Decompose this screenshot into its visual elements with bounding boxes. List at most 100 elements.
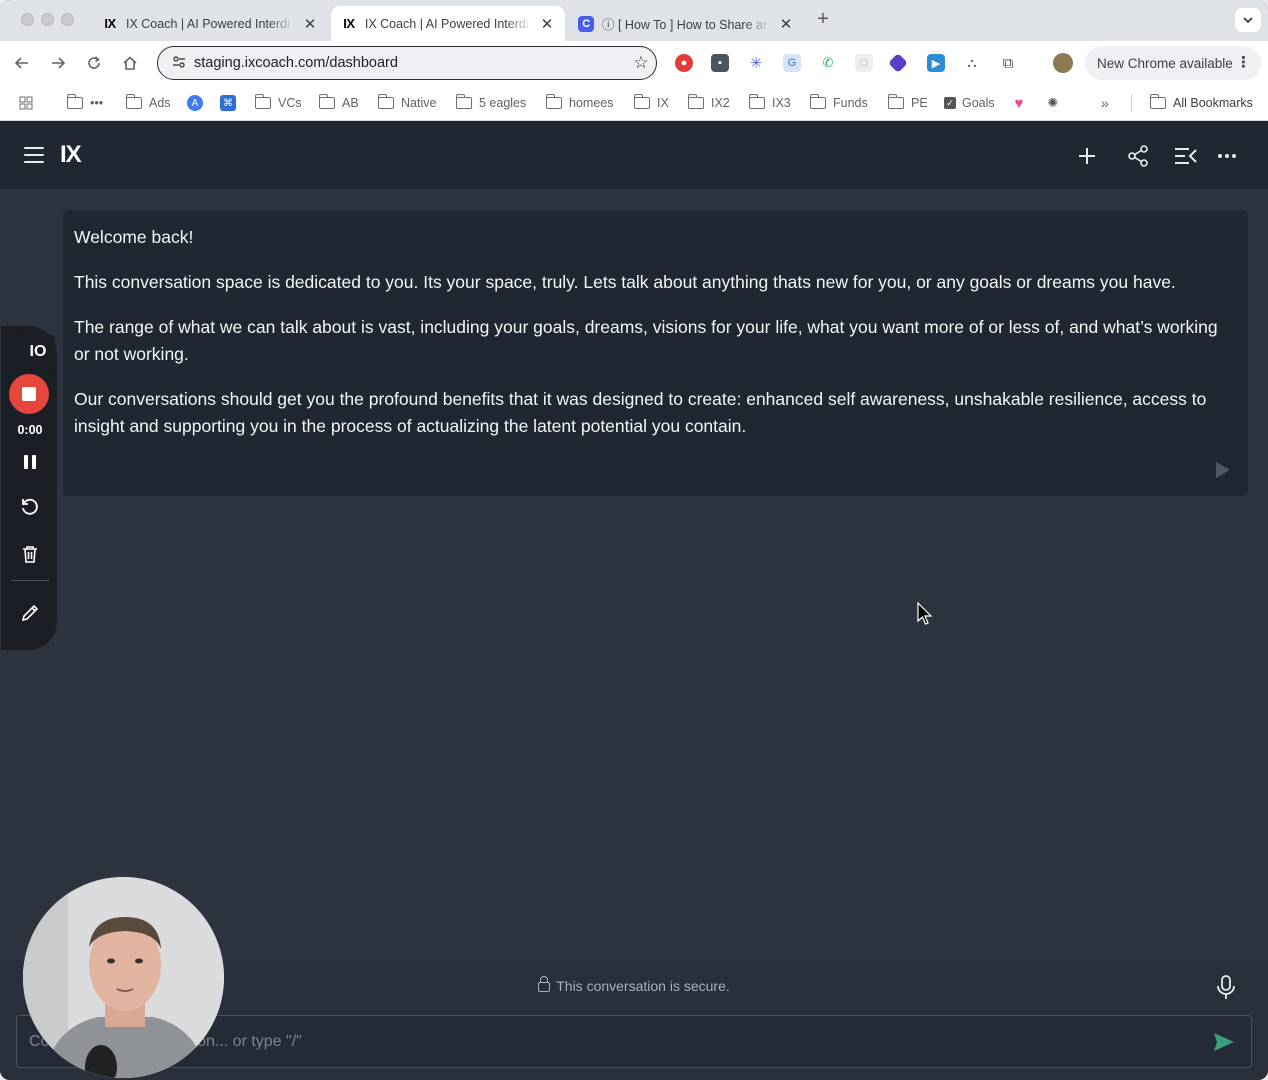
site-settings-icon[interactable]: [166, 55, 192, 71]
flag-extension-icon[interactable]: ▶: [927, 54, 945, 72]
app-logo[interactable]: IX: [60, 141, 82, 169]
tab-strip: IX IX Coach | AI Powered Interdi ✕ IX IX…: [0, 0, 1268, 41]
delete-recording-button[interactable]: [19, 543, 41, 565]
bookmark-openai[interactable]: ✺: [1045, 94, 1067, 112]
new-conversation-button[interactable]: [1074, 143, 1100, 169]
tab-close-icon[interactable]: ✕: [302, 15, 318, 33]
bookmark-folder-pe[interactable]: PE: [887, 94, 928, 112]
tab-2-active[interactable]: IX IX Coach | AI Powered Interdi ✕: [331, 6, 565, 41]
sparkle-extension-icon[interactable]: ✳: [747, 54, 765, 72]
jira-icon: ⌘: [220, 95, 236, 111]
bookmark-folder-ab[interactable]: AB: [318, 94, 359, 112]
tab-title: IX Coach | AI Powered Interdi: [126, 16, 290, 31]
address-bar[interactable]: staging.ixcoach.com/dashboard ☆: [157, 46, 657, 80]
lock-icon: [538, 976, 551, 992]
home-icon: [123, 56, 137, 70]
bookmark-folder-more[interactable]: •••: [66, 94, 103, 112]
close-window-button[interactable]: [21, 13, 34, 26]
tab-title: IX Coach | AI Powered Interdi: [364, 16, 529, 31]
bookmark-folder-vcs[interactable]: VCs: [254, 94, 302, 112]
folder-icon: [66, 94, 83, 109]
tab-title: ⓘ [ How To ] How to Share ar: [602, 18, 768, 32]
update-label: New Chrome available: [1097, 55, 1233, 71]
more-options-button[interactable]: [1214, 143, 1240, 169]
hamburger-menu-icon[interactable]: [24, 147, 44, 163]
phone-extension-icon[interactable]: ✆: [819, 54, 837, 72]
maximize-window-button[interactable]: [61, 13, 74, 26]
folder-icon: [809, 94, 826, 109]
bookmark-folder-5-eagles[interactable]: 5 eagles: [455, 94, 526, 112]
collapse-panel-button[interactable]: [1173, 143, 1199, 169]
mouse-cursor-icon: [917, 601, 933, 631]
stop-recording-button[interactable]: [9, 374, 49, 414]
bookmark-star-icon[interactable]: ☆: [626, 53, 656, 73]
arrow-left-icon: [14, 57, 28, 69]
more-vert-icon[interactable]: ⋮: [1236, 53, 1251, 71]
bookmark-folder-homees[interactable]: homees: [545, 94, 613, 112]
new-tab-button[interactable]: +: [812, 8, 834, 31]
profile-avatar[interactable]: [1053, 53, 1073, 73]
adblock-extension-icon[interactable]: ●: [675, 54, 693, 72]
clickup-favicon-icon: C: [578, 15, 594, 32]
more-bookmarks-button[interactable]: »: [1101, 94, 1109, 112]
extension-icon[interactable]: ▪: [711, 54, 729, 72]
bookmark-folder-native[interactable]: Native: [377, 94, 436, 112]
message-paragraph: This conversation space is dedicated to …: [74, 272, 1176, 292]
draw-button[interactable]: [19, 602, 41, 624]
tab-search-button[interactable]: [1235, 8, 1261, 32]
send-button[interactable]: [1213, 1032, 1235, 1052]
restart-icon: [22, 498, 38, 515]
browser-toolbar: staging.ixcoach.com/dashboard ☆ ● ▪ ✳ G …: [0, 41, 1268, 85]
bookmark-app-store[interactable]: A: [187, 94, 209, 112]
pause-icon: [24, 455, 36, 469]
share-icon: [1128, 145, 1148, 167]
bookmark-goals[interactable]: ✓ Goals: [944, 94, 995, 112]
url-text[interactable]: staging.ixcoach.com/dashboard: [194, 55, 626, 71]
pause-recording-button[interactable]: [19, 451, 41, 473]
minimize-window-button[interactable]: [41, 13, 54, 26]
recorder-divider: [11, 580, 49, 581]
tab-3[interactable]: C ⓘ [ How To ] How to Share ar ✕: [568, 6, 804, 41]
webcam-person-image: [23, 877, 224, 1078]
home-button[interactable]: [118, 51, 142, 75]
apps-grid-icon[interactable]: [19, 94, 33, 112]
play-audio-icon[interactable]: [1216, 462, 1230, 478]
chrome-update-button[interactable]: New Chrome available ⋮: [1085, 46, 1261, 80]
trash-icon: [23, 546, 37, 563]
bookmark-folder-ix2[interactable]: IX2: [687, 94, 730, 112]
microphone-button[interactable]: [1216, 975, 1236, 1001]
extension-icon[interactable]: □: [855, 54, 873, 72]
bookmark-folder-ix3[interactable]: IX3: [748, 94, 791, 112]
bookmark-folder-ads[interactable]: Ads: [125, 94, 171, 112]
folder-icon: [1149, 94, 1166, 109]
webcam-bubble[interactable]: [23, 877, 224, 1078]
bookmark-folder-funds[interactable]: Funds: [809, 94, 868, 112]
tab-close-icon[interactable]: ✕: [539, 15, 555, 33]
folder-icon: [125, 94, 142, 109]
bookmark-jira[interactable]: ⌘: [220, 94, 242, 112]
graph-extension-icon[interactable]: ⛬: [963, 54, 981, 72]
reload-icon: [88, 56, 100, 69]
arrow-right-icon: [52, 57, 66, 69]
tab-1[interactable]: IX IX Coach | AI Powered Interdi ✕: [92, 6, 328, 41]
translate-extension-icon[interactable]: G: [783, 54, 801, 72]
all-bookmarks-button[interactable]: All Bookmarks: [1149, 94, 1253, 112]
share-button[interactable]: [1125, 143, 1151, 169]
reload-button[interactable]: [82, 51, 106, 75]
app-header: IX: [0, 121, 1268, 189]
folder-icon: [318, 94, 335, 109]
bookmark-heart[interactable]: ♥: [1011, 94, 1033, 112]
layers-extension-icon[interactable]: [888, 53, 908, 73]
checkbox-icon: ✓: [944, 97, 956, 109]
tab-close-icon[interactable]: ✕: [778, 15, 794, 33]
back-button[interactable]: [10, 51, 34, 75]
message-paragraph: The range of what we can talk about is v…: [74, 317, 1218, 364]
folder-icon: [377, 94, 394, 109]
ix-favicon-icon: IX: [104, 16, 116, 31]
bookmark-folder-ix[interactable]: IX: [633, 94, 669, 112]
bookmarks-bar: ••• Ads A ⌘ VCs AB Native 5 eagles homee…: [0, 85, 1268, 121]
forward-button[interactable]: [46, 51, 70, 75]
puzzle-extensions-icon[interactable]: ⧉: [999, 54, 1017, 72]
folder-icon: [254, 94, 271, 109]
restart-recording-button[interactable]: [19, 496, 41, 518]
